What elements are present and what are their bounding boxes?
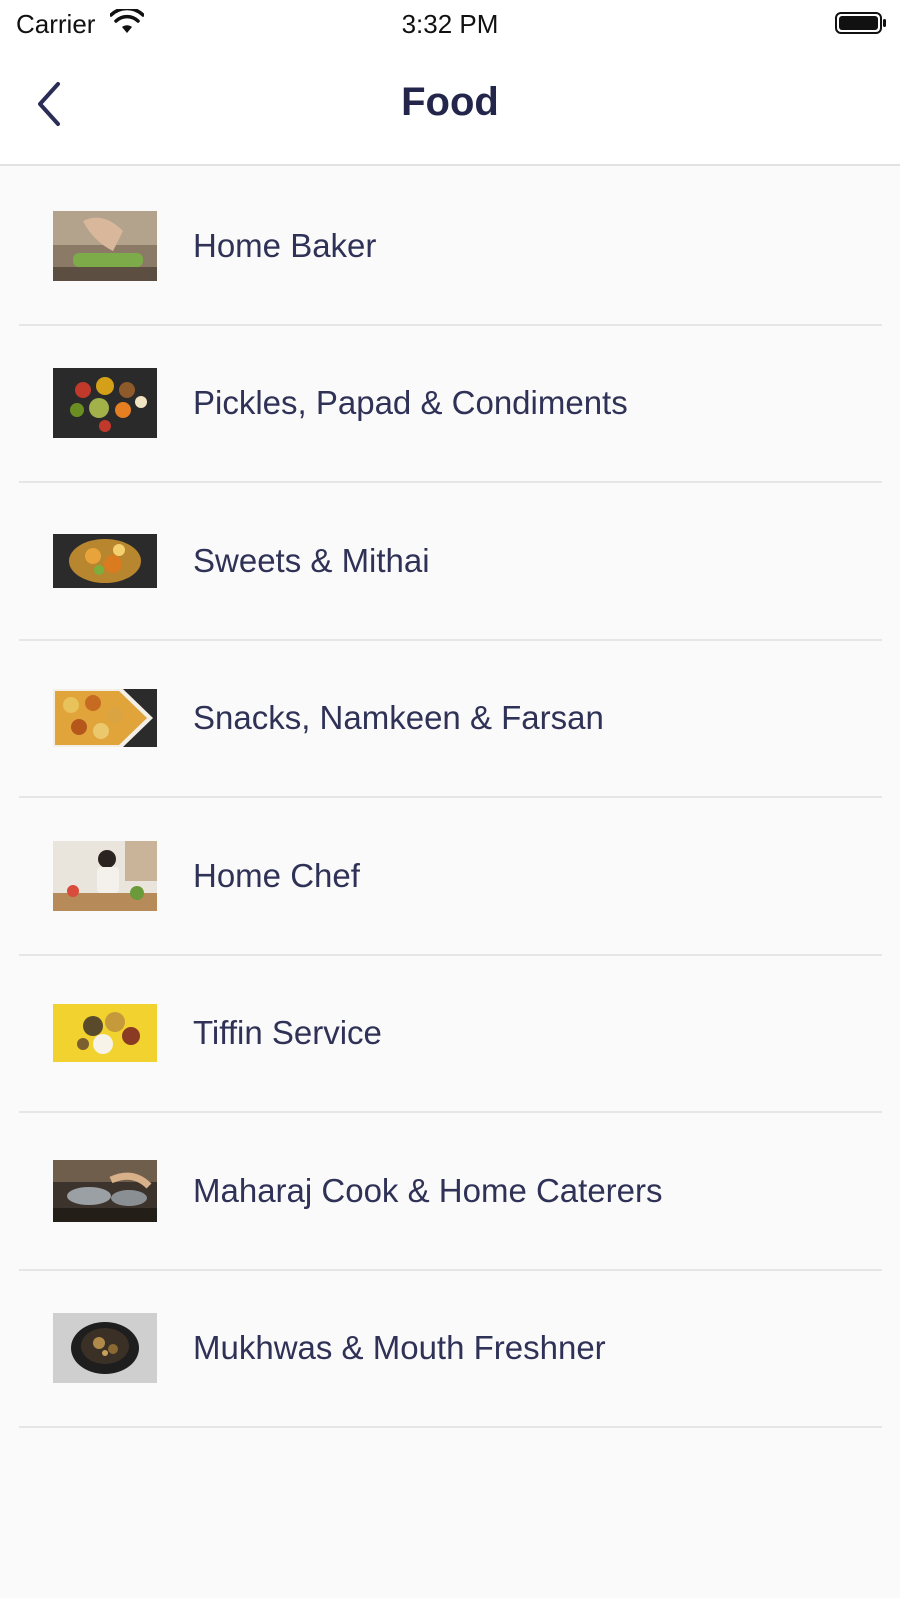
list-item-mukhwas[interactable]: Mukhwas & Mouth Freshner	[19, 1271, 882, 1428]
list-item-label: Mukhwas & Mouth Freshner	[193, 1329, 606, 1367]
list-item-label: Snacks, Namkeen & Farsan	[193, 699, 604, 737]
list-item-pickles[interactable]: Pickles, Papad & Condiments	[19, 326, 882, 483]
list-item-snacks[interactable]: Snacks, Namkeen & Farsan	[19, 641, 882, 798]
caterers-thumbnail	[53, 1159, 157, 1222]
list-item-label: Home Baker	[193, 226, 377, 264]
list-item-caterers[interactable]: Maharaj Cook & Home Caterers	[19, 1113, 882, 1271]
home-chef-thumbnail	[53, 840, 157, 911]
home-baker-thumbnail	[53, 210, 157, 281]
list-item-label: Home Chef	[193, 856, 360, 894]
list-item-home-baker[interactable]: Home Baker	[19, 168, 882, 326]
list-item-tiffin[interactable]: Tiffin Service	[19, 956, 882, 1113]
list-item-label: Maharaj Cook & Home Caterers	[193, 1171, 663, 1209]
list-item-label: Pickles, Papad & Condiments	[193, 384, 628, 422]
snacks-thumbnail	[53, 689, 157, 748]
battery-icon	[835, 12, 886, 34]
category-list: Home Baker Pickles, Papad & Condiments S…	[0, 168, 900, 1428]
list-item-home-chef[interactable]: Home Chef	[19, 798, 882, 956]
status-bar: Carrier 3:32 PM	[0, 0, 900, 50]
tiffin-thumbnail	[53, 1004, 157, 1063]
list-item-label: Sweets & Mithai	[193, 541, 430, 579]
sweets-thumbnail	[53, 533, 157, 588]
page-title: Food	[401, 80, 499, 124]
status-time: 3:32 PM	[401, 9, 499, 39]
list-item-sweets[interactable]: Sweets & Mithai	[19, 483, 882, 641]
navigation-bar: Food	[0, 50, 900, 166]
pickles-thumbnail	[53, 368, 157, 439]
mukhwas-thumbnail	[53, 1313, 157, 1384]
list-item-label: Tiffin Service	[193, 1014, 382, 1052]
